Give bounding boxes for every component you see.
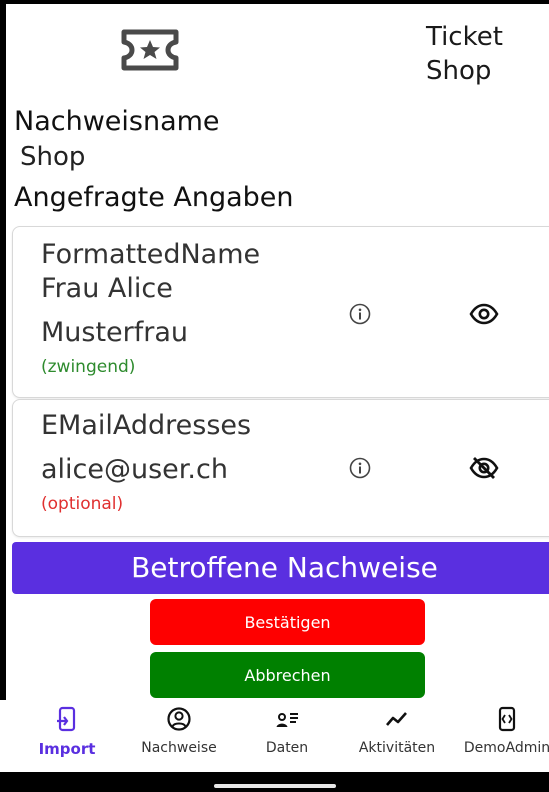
tab-import-label: Import xyxy=(38,740,96,758)
person-circle-icon xyxy=(167,707,191,731)
ticket-icon xyxy=(121,29,179,71)
tab-nachweise-label: Nachweise xyxy=(141,740,217,756)
attribute-value-line1: alice@user.ch xyxy=(41,454,228,485)
tab-nachweise[interactable]: Nachweise xyxy=(124,700,234,772)
import-phone-icon xyxy=(57,706,76,732)
home-indicator[interactable] xyxy=(214,784,336,788)
info-icon[interactable] xyxy=(349,303,371,325)
related-credentials-bar[interactable]: Betroffene Nachweise xyxy=(12,542,549,594)
attribute-value-line1: Frau Alice xyxy=(41,273,173,304)
attribute-card-email: EMailAddresses alice@user.ch (optional) xyxy=(12,399,549,537)
tab-daten-label: Daten xyxy=(265,740,309,756)
eye-off-icon[interactable] xyxy=(469,457,499,479)
credential-name-label: Nachweisname xyxy=(14,106,220,137)
tab-demoadmin[interactable]: DemoAdmin xyxy=(452,700,549,772)
system-nav-bar xyxy=(0,772,549,792)
shop-title: Ticket Shop xyxy=(426,22,503,86)
bottom-tab-bar: Import Nachweise Daten Aktivitäten DemoA… xyxy=(0,700,549,772)
confirm-button[interactable]: Bestätigen xyxy=(150,599,425,645)
person-list-icon xyxy=(276,713,298,727)
code-phone-icon xyxy=(498,706,516,732)
attribute-name: FormattedName xyxy=(41,239,261,270)
credential-name-value: Shop xyxy=(20,142,86,172)
tab-demoadmin-label: DemoAdmin xyxy=(463,740,549,756)
cancel-button[interactable]: Abbrechen xyxy=(150,652,425,698)
optional-flag: (optional) xyxy=(41,494,124,514)
tab-daten[interactable]: Daten xyxy=(232,700,342,772)
info-icon[interactable] xyxy=(349,457,371,479)
tab-aktivitaeten-label: Aktivitäten xyxy=(358,740,436,756)
eye-icon[interactable] xyxy=(469,303,499,325)
tab-import[interactable]: Import xyxy=(12,700,122,772)
required-flag: (zwingend) xyxy=(41,357,136,377)
tab-aktivitaeten[interactable]: Aktivitäten xyxy=(342,700,452,772)
activity-chart-icon xyxy=(386,712,407,726)
header: Ticket Shop xyxy=(0,0,549,100)
attribute-value-line2: Musterfrau xyxy=(41,317,189,348)
attribute-card-formatted-name: FormattedName Frau Alice Musterfrau (zwi… xyxy=(12,226,549,398)
screen-frame-left xyxy=(0,0,6,792)
requested-data-title: Angefragte Angaben xyxy=(14,182,294,213)
attribute-name: EMailAddresses xyxy=(41,410,252,441)
